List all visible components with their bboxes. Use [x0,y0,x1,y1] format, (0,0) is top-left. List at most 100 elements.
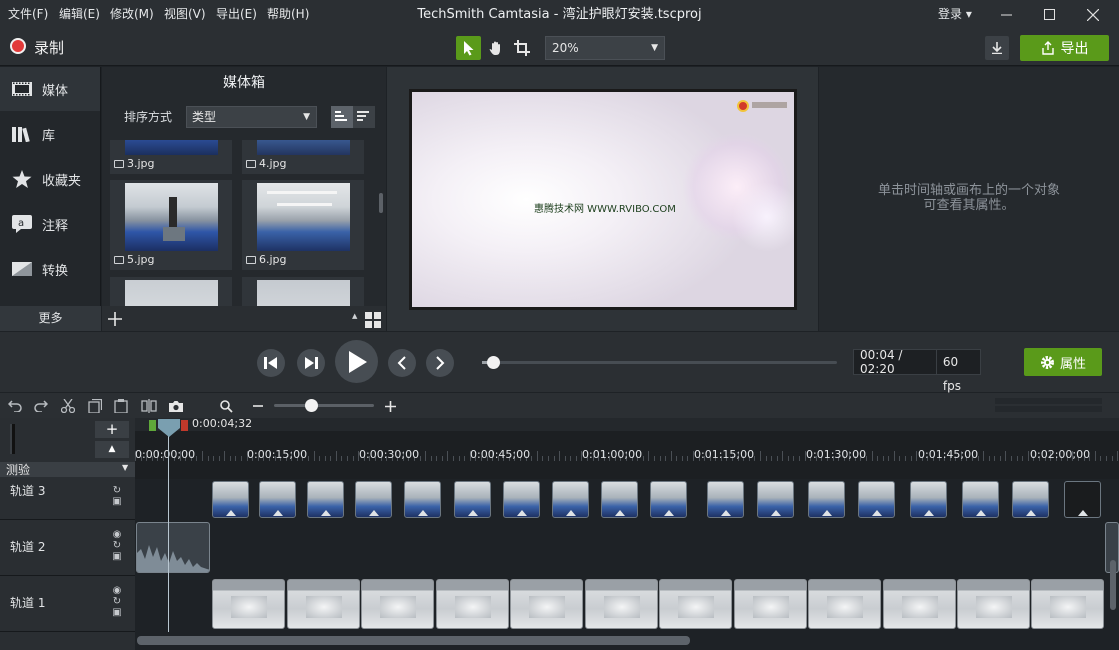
collapse-arrow-icon[interactable]: ▲ [352,312,362,326]
track-2-controls[interactable]: ◉ ↻ ▣ [111,529,123,562]
video-clip[interactable] [510,579,583,629]
selection-start-handle[interactable] [149,420,156,431]
zoom-in-icon[interactable] [380,396,400,416]
image-clip[interactable] [808,481,845,518]
sort-ascending-icon[interactable] [331,106,353,128]
image-clip[interactable] [552,481,589,518]
video-clip[interactable] [361,579,434,629]
selection-end-handle[interactable] [181,420,188,431]
record-icon[interactable] [10,38,26,54]
step-back-icon[interactable] [257,349,285,377]
image-clip[interactable] [307,481,344,518]
login-button[interactable]: 登录 ▾ [938,0,972,29]
track-2-row[interactable] [135,520,1119,575]
image-clip[interactable] [757,481,794,518]
redo-icon[interactable] [31,396,51,416]
pan-tool-icon[interactable] [483,36,508,60]
add-track-button[interactable]: + [95,421,129,438]
eye-icon[interactable]: ◉ [113,529,122,540]
video-clip[interactable] [287,579,360,629]
media-item[interactable] [242,277,364,306]
link-icon[interactable]: ↻ [113,485,121,496]
timeline-vscroll-thumb[interactable] [1110,560,1116,610]
nav-annotations[interactable]: a 注释 [0,202,100,246]
image-clip[interactable] [858,481,895,518]
track-3-controls[interactable]: ↻ ▣ [111,485,123,507]
camera-icon[interactable] [166,396,186,416]
link-icon[interactable]: ↻ [113,596,121,607]
menu-file[interactable]: 文件(F) [8,0,48,29]
link-icon[interactable]: ↻ [113,540,121,551]
menu-view[interactable]: 视图(V) [164,0,206,29]
timeline-overview-bar[interactable] [995,406,1102,412]
video-clip[interactable] [957,579,1030,629]
video-clip[interactable] [585,579,658,629]
video-clip[interactable] [212,579,285,629]
export-button[interactable]: 导出 [1020,35,1109,61]
playback-progress-track[interactable] [482,361,837,364]
step-forward-icon[interactable] [297,349,325,377]
sort-descending-icon[interactable] [353,106,375,128]
image-clip[interactable] [707,481,744,518]
timeline-zoom-slider[interactable] [274,404,374,407]
previous-icon[interactable] [388,349,416,377]
play-icon[interactable] [335,340,378,383]
nav-favorites[interactable]: 收藏夹 [0,157,100,201]
menu-export[interactable]: 导出(E) [216,0,257,29]
menu-edit[interactable]: 编辑(E) [59,0,100,29]
grid-view-icon[interactable] [363,310,383,330]
track-1-label[interactable]: 轨道 1 [10,594,45,611]
image-clip[interactable] [503,481,540,518]
collapse-tracks-icon[interactable]: ▲ [95,441,129,458]
menu-modify[interactable]: 修改(M) [110,0,154,29]
crop-tool-icon[interactable] [509,36,534,60]
image-clip[interactable] [650,481,687,518]
nav-transitions[interactable]: 转换 [0,247,100,291]
media-item[interactable]: 3.jpg [110,140,232,174]
playhead-handle[interactable] [158,419,180,437]
timeline-zoom-knob[interactable] [305,399,318,412]
timeline-hscroll-thumb[interactable] [137,636,690,645]
audio-clip[interactable] [136,522,210,573]
video-clip[interactable] [1031,579,1104,629]
image-clip[interactable] [212,481,249,518]
video-clip[interactable] [808,579,881,629]
canvas-preview[interactable]: 惠腾技术网 WWW.RVIBO.COM [409,89,797,310]
video-clip[interactable] [734,579,807,629]
lock-icon[interactable]: ▣ [112,551,121,562]
split-icon[interactable] [139,396,159,416]
media-item[interactable]: 6.jpg [242,180,364,270]
lock-icon[interactable]: ▣ [112,496,121,507]
video-clip[interactable] [883,579,956,629]
select-tool-icon[interactable] [456,36,481,60]
sort-select[interactable]: 类型 ▼ [186,106,317,128]
maximize-icon[interactable] [1028,0,1070,29]
image-clip[interactable] [404,481,441,518]
menu-help[interactable]: 帮助(H) [267,0,309,29]
media-item[interactable]: 5.jpg [110,180,232,270]
video-clip[interactable] [436,579,509,629]
image-clip[interactable] [259,481,296,518]
image-clip[interactable] [601,481,638,518]
media-item[interactable] [110,277,232,306]
media-bin-scrollbar[interactable] [379,193,383,213]
timeline-overview-bar[interactable] [995,398,1102,404]
video-clip[interactable] [659,579,732,629]
next-icon[interactable] [426,349,454,377]
quiz-marker-row[interactable]: 测验 ▼ [0,462,135,477]
add-media-icon[interactable] [104,308,126,330]
undo-icon[interactable] [5,396,25,416]
image-clip[interactable] [454,481,491,518]
track-3-label[interactable]: 轨道 3 [10,482,45,499]
image-clip[interactable] [962,481,999,518]
minimize-icon[interactable] [985,0,1027,29]
lock-icon[interactable]: ▣ [112,607,121,618]
playback-scrubber[interactable] [486,356,500,369]
media-item[interactable]: 4.jpg [242,140,364,174]
more-button[interactable]: 更多 [0,306,101,331]
properties-button[interactable]: 属性 [1024,348,1102,376]
close-icon[interactable] [1072,0,1114,29]
eye-icon[interactable]: ◉ [113,585,122,596]
paste-icon[interactable] [111,396,131,416]
nav-library[interactable]: 库 [0,112,100,156]
